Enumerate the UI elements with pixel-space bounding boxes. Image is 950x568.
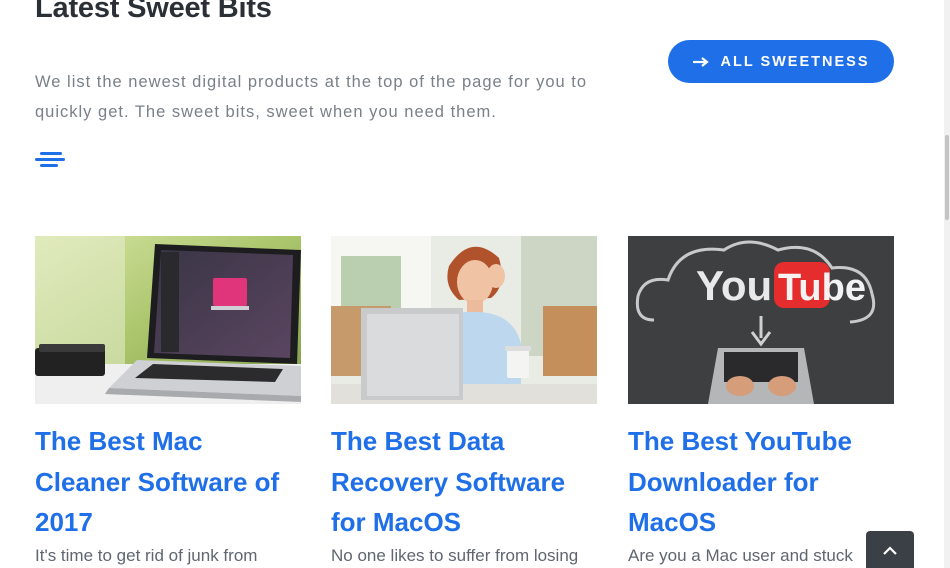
all-sweetness-button[interactable]: ALL SWEETNESS — [668, 40, 894, 83]
post-excerpt: No one likes to suffer from losing — [331, 545, 579, 565]
youtube-download-photo[interactable]: You Tube — [628, 236, 894, 404]
post-card: You Tube The Best YouTube Downloader for… — [628, 236, 894, 566]
post-title-link[interactable]: The Best Mac Cleaner Software of 2017 — [35, 421, 301, 543]
post-card: The Best Mac Cleaner Software of 2017 It… — [35, 236, 301, 566]
post-excerpt: Are you a Mac user and stuck — [628, 545, 853, 565]
page-scrollbar[interactable] — [944, 0, 950, 568]
post-card: The Best Data Recovery Software for MacO… — [331, 236, 597, 566]
youtube-logo-text-tube: Tube — [778, 267, 866, 309]
post-excerpt: It's time to get rid of junk from — [35, 545, 258, 565]
arrow-right-icon — [692, 56, 709, 67]
all-sweetness-label: ALL SWEETNESS — [720, 53, 870, 70]
post-title-link[interactable]: The Best Data Recovery Software for MacO… — [331, 421, 597, 543]
scroll-to-top-button[interactable] — [866, 531, 914, 568]
chevron-up-icon — [882, 542, 898, 560]
section-title: Latest Sweet Bits — [35, 0, 272, 24]
youtube-logo-text-you: You — [696, 262, 772, 309]
section-intro: We list the newest digital products at t… — [35, 73, 588, 121]
divider-lines-icon — [35, 152, 67, 172]
frustrated-woman-laptop-photo[interactable] — [331, 236, 597, 404]
laptop-photo[interactable] — [35, 236, 301, 404]
scrollbar-thumb[interactable] — [945, 135, 949, 220]
page: Latest Sweet Bits We list the newest dig… — [0, 0, 944, 568]
post-title-link[interactable]: The Best YouTube Downloader for MacOS — [628, 421, 894, 543]
